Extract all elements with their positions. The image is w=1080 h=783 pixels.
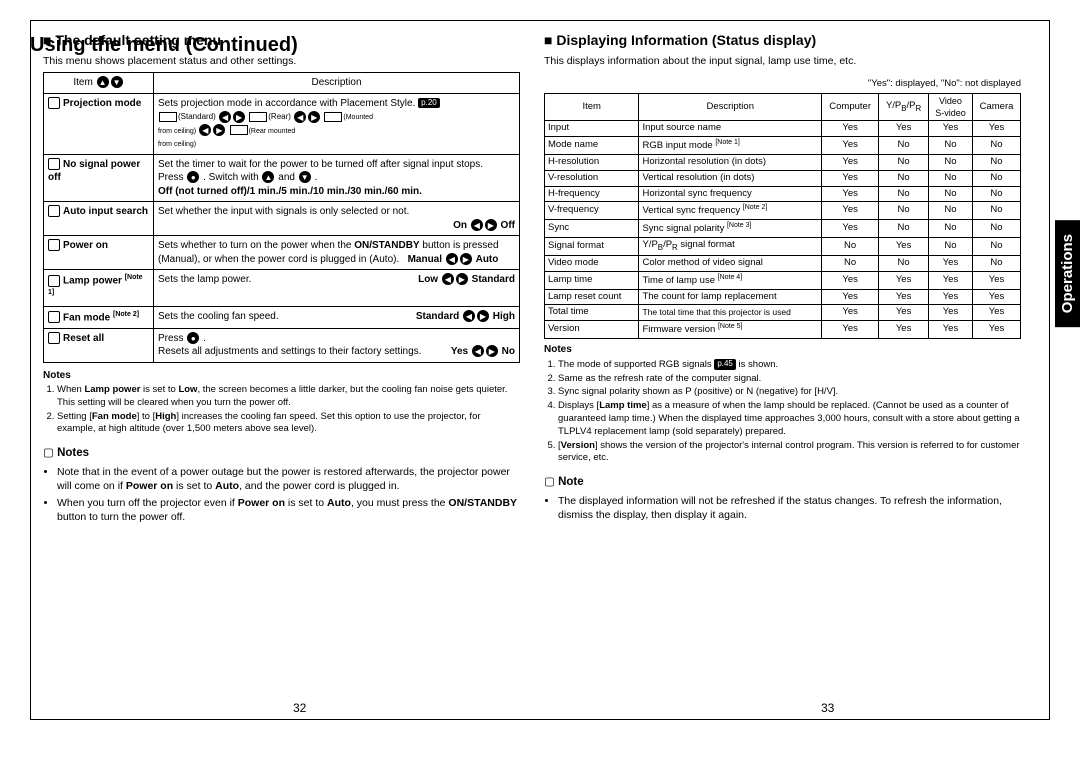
right-icon: ▶ [213,124,225,136]
right-icon: ▶ [460,253,472,265]
autoinput-icon [48,205,60,217]
fan-icon [48,311,60,323]
style-icon [159,112,177,122]
down-icon: ▼ [299,171,311,183]
right-icon: ▶ [308,111,320,123]
left-icon: ◀ [442,273,454,285]
bullet-notes-right: The displayed information will not be re… [558,494,1021,522]
table-row: No signal power off Set the timer to wai… [44,154,520,202]
status-th: Description [639,93,822,120]
right-icon: ▶ [233,111,245,123]
reset-icon [48,332,60,344]
status-th: VideoS-video [928,93,972,120]
note-mark: [Note 2] [113,311,139,318]
status-th: Camera [973,93,1021,120]
left-icon: ◀ [219,111,231,123]
lamp-icon [48,275,60,287]
status-table: Item Description Computer Y/PB/PR VideoS… [544,93,1021,339]
right-column: Displaying Information (Status display) … [532,21,1049,719]
style-icon [230,125,248,135]
right-icon: ▶ [485,219,497,231]
right-icon: ▶ [486,345,498,357]
right-icon: ▶ [477,310,489,322]
page-number-right: 33 [821,701,834,715]
style-icon [249,112,267,122]
notes-sub-heading: Notes [43,446,520,462]
left-icon: ◀ [472,345,484,357]
row-desc: Sets the lamp power. [158,273,251,287]
default-setting-heading: The default setting menu [43,31,520,50]
ref-badge: p.45 [714,359,736,370]
settings-table: Item ▲▼ Description Projection mode Sets… [43,72,520,362]
nosignal-icon [48,158,60,170]
note-sub-heading: Note [544,475,1021,491]
style-icon [324,112,342,122]
down-icon: ▼ [111,76,123,88]
notes-heading-small: Notes [43,369,520,383]
status-display-intro: This displays information about the inpu… [544,54,1021,68]
table-row: Fan mode [Note 2] Sets the cooling fan s… [44,306,520,328]
row-item-label: Projection mode [63,98,141,109]
left-icon: ◀ [446,253,458,265]
row-item-label: Auto input search [63,206,148,217]
left-icon: ◀ [471,219,483,231]
notes-heading-small: Notes [544,343,1021,357]
table-row: Projection mode Sets projection mode in … [44,93,520,154]
status-display-heading: Displaying Information (Status display) [544,31,1021,50]
status-th: Y/PB/PR [879,93,929,120]
row-item-label: No signal power off [48,159,140,184]
poweron-icon [48,239,60,251]
sidebar-tab-operations: Operations [1055,220,1080,327]
table-row: Reset all Press ● . Resets all adjustmen… [44,328,520,362]
page-frame: The default setting menu This menu shows… [30,20,1050,720]
left-column: The default setting menu This menu shows… [31,21,532,719]
right-icon: ▶ [456,273,468,285]
projection-icon [48,97,60,109]
up-icon: ▲ [262,171,274,183]
settings-th-item: Item ▲▼ [44,73,154,94]
row-desc-bold: Off (not turned off)/1 min./5 min./10 mi… [158,186,422,197]
row-desc: Resets all adjustments and settings to t… [158,345,421,359]
status-th: Computer [822,93,879,120]
enter-icon: ● [187,332,199,344]
status-legend: "Yes": displayed, "No": not displayed [544,78,1021,91]
numbered-notes-right: The mode of supported RGB signals p.45 i… [544,359,1021,466]
bullet-notes: Note that in the event of a power outage… [57,465,520,525]
table-row: Auto input search Set whether the input … [44,202,520,236]
page-number-left: 32 [293,701,306,715]
left-icon: ◀ [294,111,306,123]
left-icon: ◀ [463,310,475,322]
left-icon: ◀ [199,124,211,136]
table-row: Power on Sets whether to turn on the pow… [44,236,520,270]
settings-th-desc: Description [154,73,520,94]
numbered-notes: When Lamp power is set to Low, the scree… [43,384,520,436]
status-th: Item [545,93,639,120]
row-desc: Set whether the input with signals is on… [158,206,409,217]
default-setting-intro: This menu shows placement status and oth… [43,54,520,68]
row-desc: Sets projection mode in accordance with … [158,98,415,109]
row-desc: Sets the cooling fan speed. [158,310,279,324]
table-row: Lamp power [Note 1] Sets the lamp power.… [44,270,520,307]
up-icon: ▲ [97,76,109,88]
row-desc: Set the timer to wait for the power to b… [158,159,483,170]
row-item-label: Power on [63,240,108,251]
enter-icon: ● [187,171,199,183]
row-item-label: Reset all [63,333,104,344]
ref-badge: p.20 [418,98,440,109]
